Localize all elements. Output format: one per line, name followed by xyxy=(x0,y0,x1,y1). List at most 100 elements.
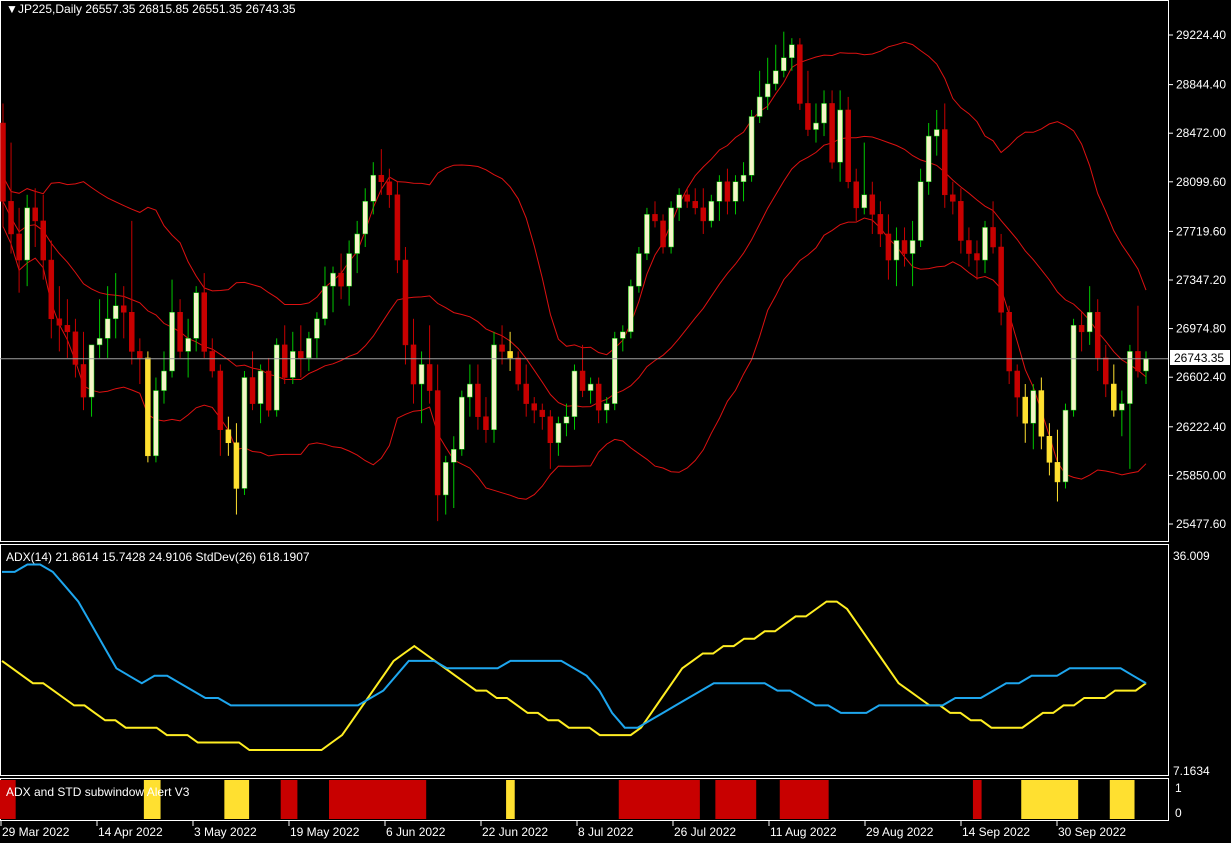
alert-axis-bottom-label: 0 xyxy=(1175,806,1182,820)
candle-body xyxy=(1143,358,1149,372)
candle-body xyxy=(346,253,352,287)
alert-bar-bear xyxy=(691,780,700,819)
candle-body xyxy=(120,305,127,313)
candle-body xyxy=(789,44,795,59)
candle-body xyxy=(974,253,980,261)
alert-bar-bear xyxy=(650,780,660,819)
candle-body xyxy=(378,174,385,182)
candle-body xyxy=(442,462,449,496)
candle xyxy=(273,338,280,417)
price-tick-label: 28099.60 xyxy=(1176,175,1226,189)
candle-body xyxy=(370,174,377,202)
alert-axis-top-label: 1 xyxy=(1175,781,1182,795)
candle-body xyxy=(64,325,71,333)
candle-body xyxy=(813,122,819,130)
candle-body xyxy=(845,109,851,182)
candle-body xyxy=(1054,462,1061,483)
candle xyxy=(491,331,497,443)
candle-body xyxy=(628,285,634,333)
candle-body xyxy=(523,383,529,404)
candle-body xyxy=(1038,390,1045,437)
alert-bar-bear xyxy=(288,780,298,819)
candle-body xyxy=(1094,312,1101,359)
candle-body xyxy=(386,181,393,196)
candle-body xyxy=(724,181,731,202)
candle-body xyxy=(201,292,207,352)
candle-body xyxy=(925,135,932,182)
candle-body xyxy=(571,370,578,417)
alert-bar-bull xyxy=(224,780,234,819)
alert-bar-bear xyxy=(361,780,370,819)
candle-body xyxy=(933,129,940,137)
candle-body xyxy=(298,351,304,359)
time-tick-label: 14 Sep 2022 xyxy=(962,825,1030,839)
price-tick-label: 25477.60 xyxy=(1176,517,1226,531)
candle-body xyxy=(96,338,103,346)
candle-body xyxy=(426,364,433,391)
candle-body xyxy=(491,344,497,430)
candle-body xyxy=(314,318,320,339)
candle-body xyxy=(394,194,401,261)
alert-bar-bull xyxy=(1045,780,1055,819)
chart-canvas[interactable]: 29224.40 28844.40 28472.00 28099.60 27719.60… xyxy=(0,0,1231,843)
candle-body xyxy=(137,351,143,359)
candle-body xyxy=(909,240,916,254)
candle-body xyxy=(241,377,248,489)
candle-body xyxy=(668,207,674,248)
candle-body xyxy=(459,396,465,450)
candle xyxy=(998,233,1004,326)
alert-bar-bear xyxy=(337,780,346,819)
candle-body xyxy=(112,305,119,320)
alert-bar-bear xyxy=(345,780,354,819)
alert-bar-bear xyxy=(667,780,676,819)
alert-bar-bear xyxy=(747,780,757,819)
candle-body xyxy=(330,272,336,287)
candle-body xyxy=(829,103,835,163)
alert-bar-bear xyxy=(642,780,652,819)
candle-body xyxy=(451,449,457,463)
candle-body xyxy=(764,83,771,98)
candle-body xyxy=(475,383,481,417)
alert-bar-bear xyxy=(328,780,338,819)
header-triangle-icon[interactable]: ▼ xyxy=(6,2,18,16)
candle-body xyxy=(1046,435,1053,463)
current-price-label: 26743.35 xyxy=(1174,351,1224,365)
candle-body xyxy=(660,220,666,248)
candle-body xyxy=(48,259,55,320)
candle-body xyxy=(692,201,698,209)
alert-bar-bear xyxy=(675,780,684,819)
candle-body xyxy=(821,103,827,124)
candle-body xyxy=(249,377,256,404)
candle xyxy=(644,207,650,261)
price-tick-label: 29224.40 xyxy=(1176,28,1226,42)
alert-bar-bull xyxy=(1069,780,1079,819)
candle-body xyxy=(1078,325,1085,333)
alert-bar-bear xyxy=(739,780,749,819)
alert-bar-bear xyxy=(803,780,813,819)
candle-body xyxy=(917,181,924,241)
candle-body xyxy=(40,220,46,261)
candle xyxy=(611,331,618,411)
alert-bar-bull xyxy=(1053,780,1063,819)
candle-body xyxy=(265,370,272,411)
candle-body xyxy=(732,181,739,202)
candle-body xyxy=(636,253,642,287)
candle-body xyxy=(515,357,521,385)
alert-bar-bear xyxy=(634,780,644,819)
alert-bar-bull xyxy=(1061,780,1071,819)
candle-body xyxy=(233,442,240,489)
candle-body xyxy=(88,344,95,398)
candle-body xyxy=(781,57,787,72)
candle xyxy=(241,370,248,495)
time-tick-label: 30 Sep 2022 xyxy=(1058,825,1126,839)
candle-body xyxy=(32,207,38,222)
price-tick-label: 28472.00 xyxy=(1176,126,1226,140)
candle-body xyxy=(410,344,417,385)
time-tick-label: 3 May 2022 xyxy=(194,825,257,839)
alert-bar-bull xyxy=(1125,780,1135,819)
candle-body xyxy=(217,370,224,430)
alert-bar-bear xyxy=(795,780,805,819)
candle-body xyxy=(225,429,232,444)
price-tick-label: 26974.80 xyxy=(1176,322,1226,336)
candle-body xyxy=(145,357,151,457)
